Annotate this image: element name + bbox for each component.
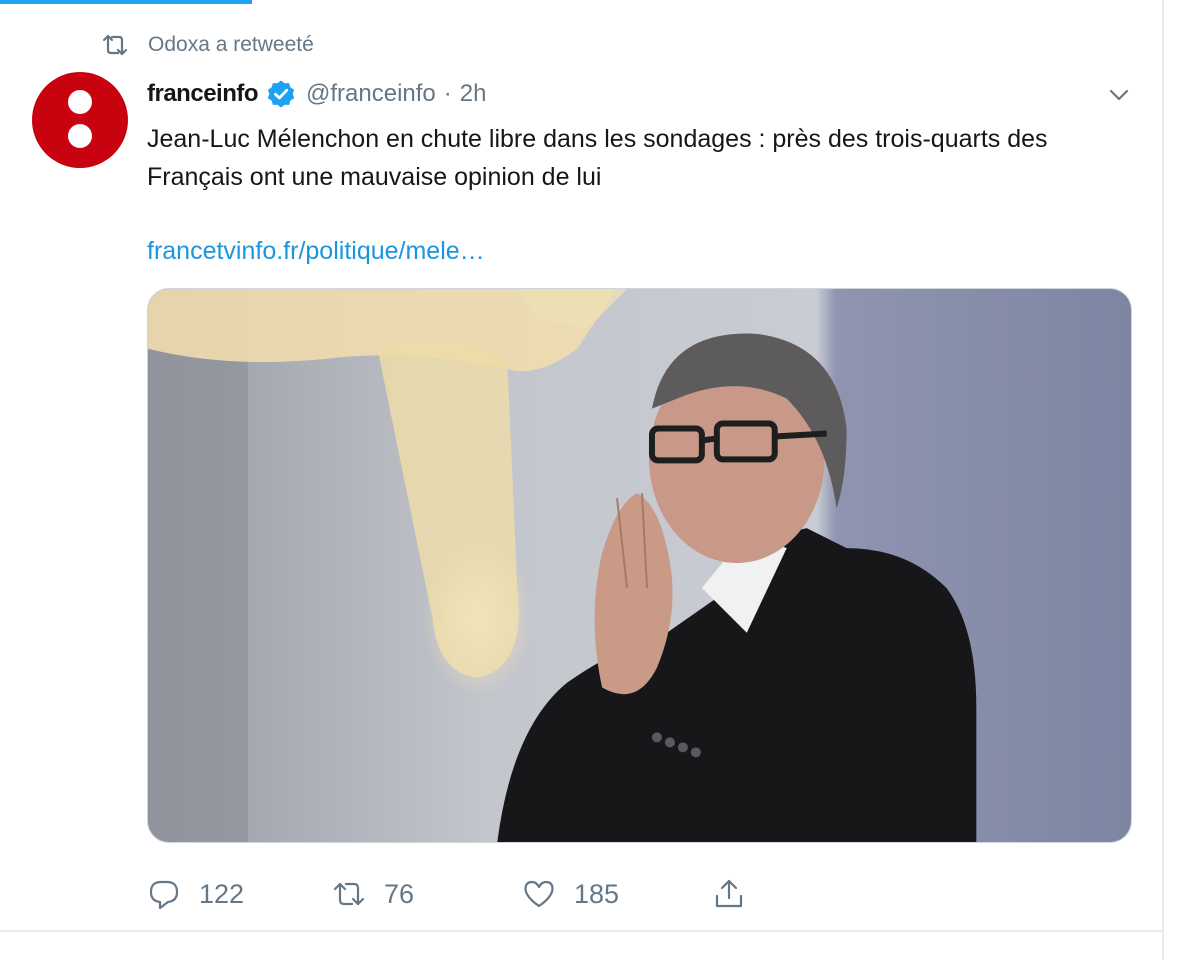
tweet-actions: 122 76 185 xyxy=(147,872,746,916)
retweet-button[interactable]: 76 xyxy=(332,877,522,911)
tweet-timestamp[interactable]: 2h xyxy=(460,80,487,108)
avatar-dot-top xyxy=(68,90,92,114)
like-count: 185 xyxy=(574,878,620,909)
retweet-icon xyxy=(100,30,130,60)
reply-button[interactable]: 122 xyxy=(147,877,332,911)
tweet-menu-button[interactable] xyxy=(1104,80,1134,110)
chevron-down-icon xyxy=(1104,80,1134,110)
share-button[interactable] xyxy=(712,877,746,911)
avatar[interactable] xyxy=(32,72,128,168)
photo-illustration xyxy=(148,289,1131,842)
social-context-text: Odoxa a retweeté xyxy=(148,33,314,56)
like-button[interactable]: 185 xyxy=(522,877,712,911)
header-separator: · xyxy=(443,80,452,107)
retweet-count: 76 xyxy=(384,878,415,909)
author-name[interactable]: franceinfo xyxy=(147,80,259,108)
tweet-divider xyxy=(0,930,1162,932)
tweet-link[interactable]: francetvinfo.fr/politique/mele… xyxy=(147,232,485,270)
heart-icon xyxy=(522,877,556,911)
avatar-dot-bottom xyxy=(68,124,92,148)
author-handle[interactable]: @franceinfo xyxy=(306,80,436,108)
tweet-media-photo[interactable] xyxy=(147,288,1132,843)
reply-count: 122 xyxy=(199,878,245,909)
verified-badge-icon xyxy=(258,79,306,109)
tweet-text: Jean-Luc Mélenchon en chute libre dans l… xyxy=(147,125,1048,191)
social-context[interactable]: Odoxa a retweeté xyxy=(100,30,314,60)
column-divider xyxy=(1162,0,1164,960)
share-icon xyxy=(712,877,746,911)
retweet-icon xyxy=(332,877,366,911)
reply-icon xyxy=(147,877,181,911)
tweet[interactable]: Odoxa a retweeté franceinfo @franceinfo … xyxy=(0,0,1162,930)
tweet-header: franceinfo @franceinfo · 2h xyxy=(147,78,486,110)
